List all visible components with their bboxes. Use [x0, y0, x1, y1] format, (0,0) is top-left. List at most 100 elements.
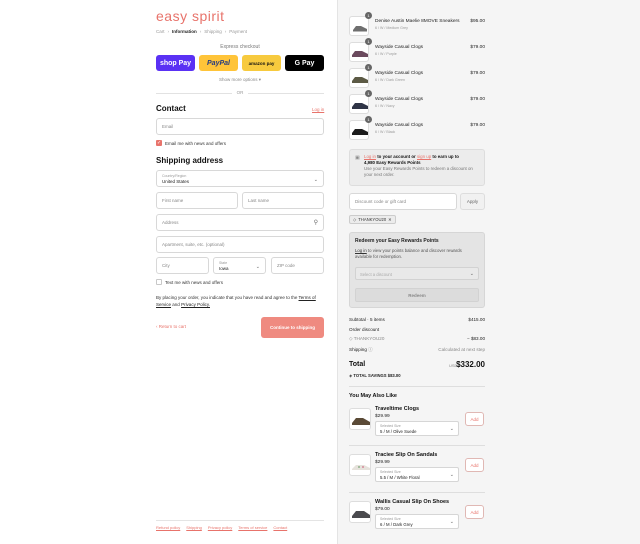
- size-select[interactable]: Selected Size 6 / M / Dark Grey ⌄: [375, 514, 459, 529]
- product-price: $79.00: [375, 507, 390, 512]
- breadcrumb-information: Information: [172, 29, 197, 34]
- rewards-signup-link[interactable]: sign up: [417, 154, 431, 159]
- item-variant: 6 / W / Black: [375, 130, 396, 134]
- shop-pay-button[interactable]: shop Pay: [156, 55, 195, 71]
- shipping-policy-link[interactable]: Shipping: [186, 525, 202, 530]
- brand-logo[interactable]: easy spirit: [156, 8, 225, 24]
- chevron-down-icon: ⌄: [449, 472, 454, 478]
- chevron-down-icon: ⌄: [255, 264, 260, 270]
- privacy-policy-link[interactable]: Privacy Policy.: [181, 302, 210, 307]
- news-checkbox-label: Email me with news and offers: [165, 141, 226, 146]
- item-price: $79.00: [470, 45, 485, 50]
- rewards-promo: ▣ Log in to your account or sign up to e…: [349, 149, 485, 186]
- item-name: Wayside Casual Clogs: [375, 71, 424, 76]
- terms-notice: By placing your order, you indicate that…: [156, 295, 316, 307]
- item-name: Denise Austin Maelie 8MOVE Sneakers: [375, 19, 460, 24]
- first-name-field[interactable]: First name: [156, 192, 238, 209]
- last-name-field[interactable]: Last name: [242, 192, 324, 209]
- tag-icon: ◇: [353, 217, 357, 222]
- refund-policy-link[interactable]: Refund policy: [156, 525, 180, 530]
- text-checkbox[interactable]: [156, 279, 162, 285]
- show-more-options-link[interactable]: Show more options ▾: [156, 77, 324, 83]
- checkout-form-panel: easy spirit Cart › Information › Shipping ›…: [0, 0, 337, 544]
- cart-item: 1 Wayside Casual Clogs 6 / W / Navy $79.…: [349, 90, 485, 116]
- apply-button[interactable]: Apply: [460, 193, 485, 210]
- cart-item: 1 Wayside Casual Clogs 6 / W / Dark Gree…: [349, 64, 485, 90]
- chevron-down-icon: ⌄: [313, 177, 318, 183]
- info-icon[interactable]: ⓘ: [368, 347, 373, 352]
- quantity-badge: 1: [365, 116, 372, 123]
- recommendations-heading: You May Also Like: [349, 393, 397, 399]
- item-price: $95.00: [470, 19, 485, 24]
- chevron-down-icon: ⌄: [469, 271, 474, 277]
- breadcrumb: Cart › Information › Shipping › Payment: [156, 29, 248, 34]
- paypal-button[interactable]: PayPal: [199, 55, 238, 71]
- item-price: $79.00: [470, 71, 485, 76]
- product-name[interactable]: Wallis Casual Slip On Shoes: [375, 499, 449, 505]
- product-name[interactable]: Traciee Slip On Sandals: [375, 452, 437, 458]
- size-select[interactable]: Selected Size 5.5 / M / White Floral ⌄: [375, 467, 459, 482]
- redeem-title: Redeem your Easy Rewards Points: [355, 238, 439, 244]
- item-variant: 6 / W / Medium Grey: [375, 26, 408, 30]
- remove-discount-icon[interactable]: ✕: [388, 217, 392, 222]
- product-price: $29.99: [375, 460, 390, 465]
- size-select[interactable]: Selected Size 5 / M / Olive Suede ⌄: [375, 421, 459, 436]
- rewards-login-link[interactable]: Log in: [364, 154, 376, 159]
- amazon-pay-button[interactable]: amazon pay: [242, 55, 281, 71]
- item-name: Wayside Casual Clogs: [375, 123, 424, 128]
- privacy-policy-footer-link[interactable]: Privacy policy: [208, 525, 232, 530]
- text-checkbox-label: Text me with news and offers: [165, 280, 223, 285]
- item-variant: 6 / W / Purple: [375, 52, 397, 56]
- recommendation-item: Wallis Casual Slip On Shoes $79.00 Selec…: [349, 497, 485, 537]
- redeem-login-link[interactable]: Log in: [355, 248, 367, 253]
- login-link[interactable]: Log in: [312, 107, 324, 112]
- chevron-down-icon: ⌄: [449, 426, 454, 432]
- item-price: $79.00: [470, 123, 485, 128]
- cart-item: 1 Denise Austin Maelie 8MOVE Sneakers 6 …: [349, 12, 485, 38]
- footer-divider: [156, 520, 324, 521]
- or-divider: OR: [156, 90, 324, 96]
- item-name: Wayside Casual Clogs: [375, 97, 424, 102]
- product-thumbnail: [349, 454, 371, 476]
- item-name: Wayside Casual Clogs: [375, 45, 424, 50]
- quantity-badge: 1: [365, 38, 372, 45]
- country-select[interactable]: Country/Region United States ⌄: [156, 170, 324, 187]
- product-thumbnail: [349, 42, 369, 62]
- email-field[interactable]: Email: [156, 118, 324, 135]
- product-thumbnail: [349, 94, 369, 114]
- add-button[interactable]: Add: [465, 505, 484, 519]
- shipping-row: Shipping ⓘ Calculated at next step: [349, 347, 485, 352]
- section-divider: [349, 445, 485, 446]
- rewards-note: Use your Easy Rewards Points to redeem a…: [364, 166, 473, 177]
- state-select[interactable]: State Iowa ⌄: [213, 257, 266, 274]
- contact-link[interactable]: Contact: [273, 525, 287, 530]
- redeem-rewards-box: Redeem your Easy Rewards Points Log in t…: [349, 232, 485, 308]
- apartment-field[interactable]: Apartment, suite, etc. (optional): [156, 236, 324, 253]
- cart-item: 1 Wayside Casual Clogs 6 / W / Purple $7…: [349, 38, 485, 64]
- breadcrumb-cart[interactable]: Cart: [156, 29, 165, 34]
- breadcrumb-shipping: Shipping: [204, 29, 222, 34]
- express-buttons: shop Pay PayPal amazon pay G Pay: [156, 55, 324, 71]
- discount-code-input[interactable]: Discount code or gift card: [349, 193, 457, 210]
- product-name[interactable]: Traveltime Clogs: [375, 406, 419, 412]
- address-field[interactable]: Address ⚲: [156, 214, 324, 231]
- product-thumbnail: [349, 501, 371, 523]
- item-price: $79.00: [470, 97, 485, 102]
- search-icon: ⚲: [313, 220, 318, 226]
- add-button[interactable]: Add: [465, 458, 484, 472]
- continue-to-shipping-button[interactable]: Continue to shipping: [261, 317, 324, 338]
- terms-of-service-footer-link[interactable]: Terms of service: [238, 525, 267, 530]
- subtotal-row: Subtotal · 5 items $415.00: [349, 317, 485, 322]
- google-pay-button[interactable]: G Pay: [285, 55, 324, 71]
- recommendation-item: Traveltime Clogs $29.99 Selected Size 5 …: [349, 404, 485, 444]
- item-variant: 6 / W / Dark Green: [375, 78, 405, 82]
- return-to-cart-link[interactable]: ‹ Return to cart: [156, 324, 186, 329]
- discount-select[interactable]: Select a discount ⌄: [355, 267, 479, 280]
- news-checkbox[interactable]: ✓: [156, 140, 162, 146]
- add-button[interactable]: Add: [465, 412, 484, 426]
- city-field[interactable]: City: [156, 257, 209, 274]
- total-savings: ◈ TOTAL SAVINGS $83.00: [349, 373, 401, 378]
- zip-field[interactable]: ZIP code: [271, 257, 324, 274]
- quantity-badge: 1: [365, 12, 372, 19]
- redeem-button[interactable]: Redeem: [355, 288, 479, 302]
